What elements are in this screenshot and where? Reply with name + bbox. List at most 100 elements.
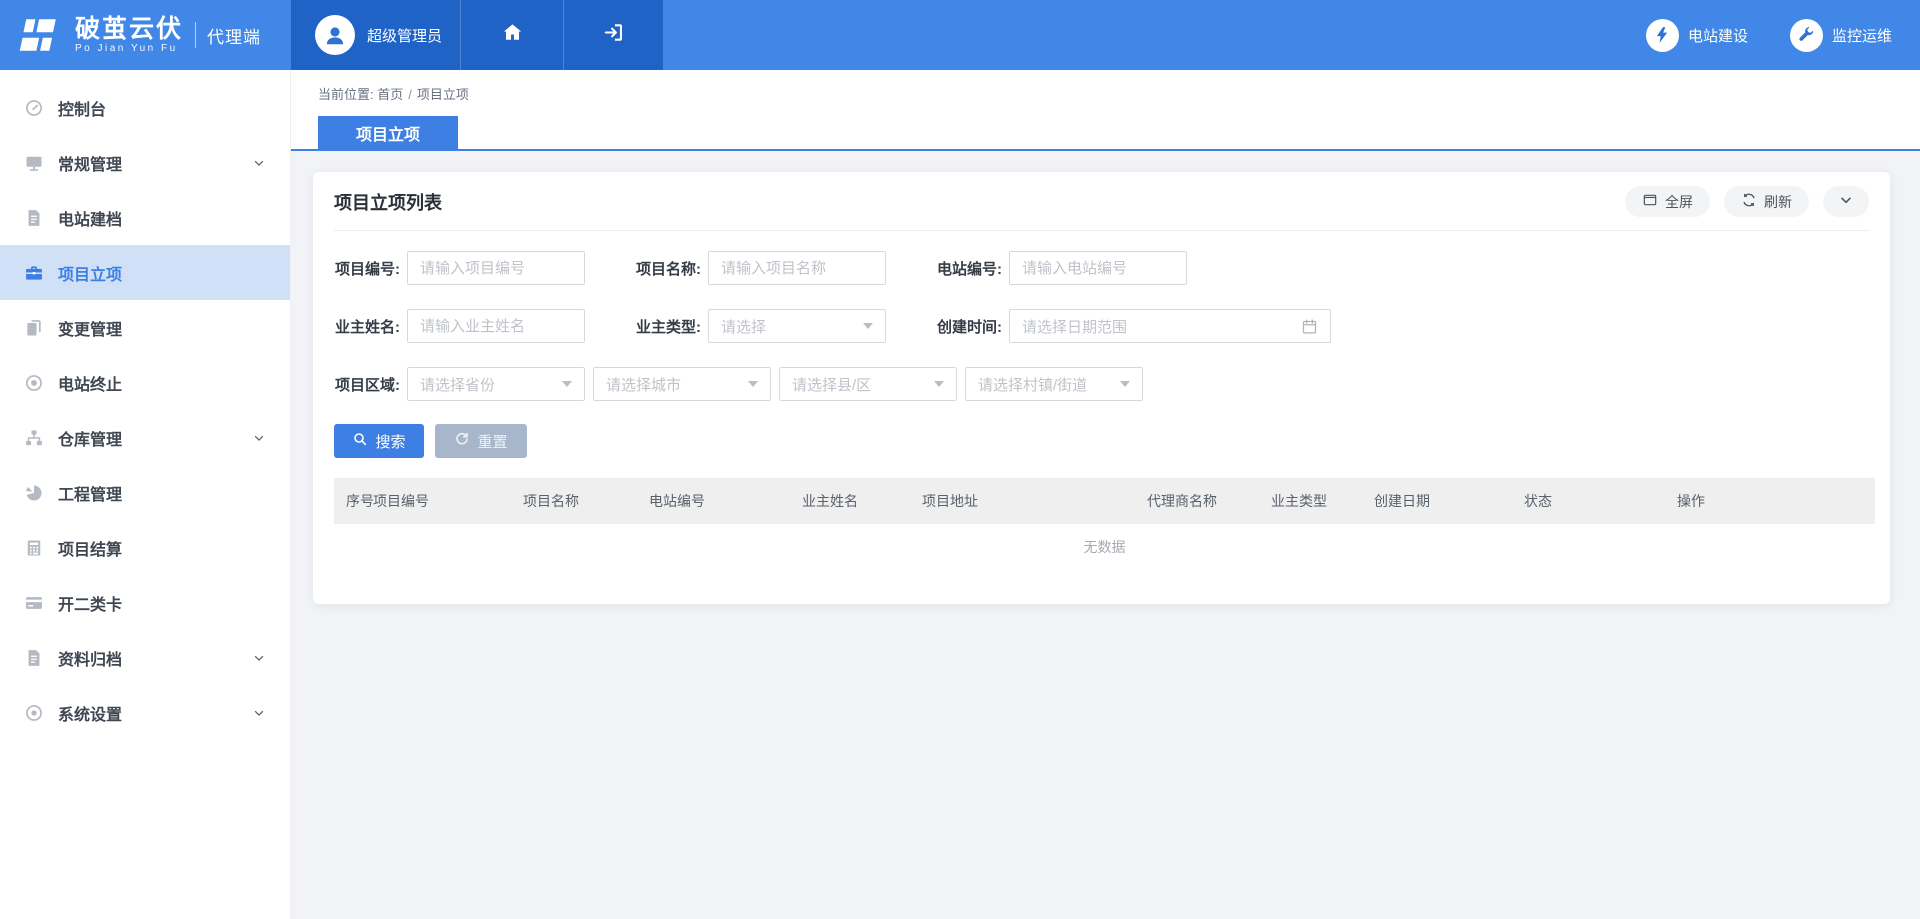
fullscreen-icon (1642, 192, 1658, 211)
header-shortcuts: 电站建设 监控运维 (1646, 0, 1920, 70)
sidebar-item-label: 电站建档 (58, 206, 266, 230)
sidebar-item-general-management[interactable]: 常规管理 (0, 135, 290, 190)
refresh-button[interactable]: 刷新 (1724, 186, 1809, 217)
sidebar-item-label: 仓库管理 (58, 426, 252, 450)
sidebar-item-label: 项目结算 (58, 536, 266, 560)
document-icon (24, 208, 44, 228)
search-button[interactable]: 搜索 (334, 424, 424, 458)
home-button[interactable] (460, 0, 563, 70)
chevron-down-icon (252, 431, 266, 445)
user-menu[interactable]: 超级管理员 (291, 0, 460, 70)
app-root: 破茧云伏 Po Jian Yun Fu 代理端 超级管理员 (0, 0, 1920, 919)
sidebar-item-system-settings[interactable]: 系统设置 (0, 685, 290, 740)
filter-field-region-county: 请选择县/区 (779, 367, 957, 401)
reset-button[interactable]: 重置 (435, 424, 527, 458)
header-shortcut-station-construction[interactable]: 电站建设 (1646, 19, 1748, 52)
filter-field-create-time: 创建时间: 请选择日期范围 (936, 309, 1331, 343)
reset-icon (454, 431, 470, 451)
project-name-input[interactable] (708, 251, 886, 285)
copy-icon (24, 318, 44, 338)
sidebar-item-change-management[interactable]: 变更管理 (0, 300, 290, 355)
header-shortcut-label: 监控运维 (1832, 25, 1892, 46)
region-county-select[interactable]: 请选择县/区 (779, 367, 957, 401)
breadcrumb-item-0[interactable]: 首页 (377, 87, 403, 102)
sidebar-item-data-archive[interactable]: 资料归档 (0, 630, 290, 685)
filter-actions: 搜索 重置 (334, 424, 1869, 458)
breadcrumb-separator: / (408, 87, 412, 102)
table-column-7: 业主类型 (1271, 478, 1374, 524)
project-table: 序号项目编号项目名称电站编号业主姓名项目地址代理商名称业主类型创建日期状态操作 … (334, 478, 1875, 570)
brand-subtitle: Po Jian Yun Fu (75, 43, 183, 54)
brand-divider (195, 22, 196, 48)
filter-label-station-no: 电站编号: (936, 258, 1009, 279)
filter-label-region-province: 项目区域: (334, 374, 407, 395)
home-icon (501, 21, 524, 49)
fullscreen-button[interactable]: 全屏 (1625, 186, 1710, 217)
region-city-select[interactable]: 请选择城市 (593, 367, 771, 401)
logout-button[interactable] (563, 0, 663, 70)
filter-row-1: 业主姓名:业主类型:请选择创建时间:请选择日期范围 (334, 309, 1869, 343)
header-spacer (663, 0, 1646, 70)
header-shortcut-label: 电站建设 (1688, 25, 1748, 46)
chevron-down-icon (252, 156, 266, 170)
search-label: 搜索 (375, 431, 405, 452)
panel-title: 项目立项列表 (334, 189, 442, 215)
reset-label: 重置 (477, 431, 507, 452)
chevron-down-caret-icon (562, 381, 572, 387)
header-shortcut-monitoring-operations[interactable]: 监控运维 (1790, 19, 1892, 52)
region-county-placeholder: 请选择县/区 (792, 374, 926, 395)
fullscreen-label: 全屏 (1665, 192, 1693, 212)
table-header-row: 序号项目编号项目名称电站编号业主姓名项目地址代理商名称业主类型创建日期状态操作 (334, 478, 1875, 524)
tab-project-initiation[interactable]: 项目立项 (318, 116, 458, 149)
sidebar-item-open-type2-card[interactable]: 开二类卡 (0, 575, 290, 630)
region-province-placeholder: 请选择省份 (420, 374, 554, 395)
sidebar-item-station-termination[interactable]: 电站终止 (0, 355, 290, 410)
filter-label-create-time: 创建时间: (936, 316, 1009, 337)
sidebar-item-station-filing[interactable]: 电站建档 (0, 190, 290, 245)
station-no-input[interactable] (1009, 251, 1187, 285)
region-town-placeholder: 请选择村镇/街道 (978, 374, 1112, 395)
owner-type-select[interactable]: 请选择 (708, 309, 886, 343)
project-no-input[interactable] (407, 251, 585, 285)
filter-field-project-name: 项目名称: (635, 251, 886, 285)
sidebar-item-label: 系统设置 (58, 701, 252, 725)
breadcrumb: 当前位置: 首页/项目立项 (291, 84, 1920, 103)
filter-row-0: 项目编号: 项目名称: 电站编号: (334, 251, 1869, 285)
create-time-date-range[interactable]: 请选择日期范围 (1009, 309, 1331, 343)
wrench-icon (1790, 19, 1823, 52)
create-time-placeholder: 请选择日期范围 (1022, 316, 1293, 337)
panel-toolbar: 全屏 刷新 (1625, 186, 1869, 217)
sidebar-item-label: 项目立项 (58, 261, 266, 285)
collapse-panel-button[interactable] (1823, 186, 1869, 217)
calculator-icon (24, 538, 44, 558)
table-column-5: 项目地址 (922, 478, 1147, 524)
sidebar-item-engineering-management[interactable]: 工程管理 (0, 465, 290, 520)
chevron-down-caret-icon (1120, 381, 1130, 387)
chevron-down-icon (252, 706, 266, 720)
filter-field-region-town: 请选择村镇/街道 (965, 367, 1143, 401)
main-layout: 控制台常规管理电站建档项目立项变更管理电站终止仓库管理工程管理项目结算开二类卡资… (0, 70, 1920, 919)
table-column-3: 电站编号 (649, 478, 802, 524)
archive-icon (24, 648, 44, 668)
sidebar-item-console[interactable]: 控制台 (0, 80, 290, 135)
sidebar-item-project-initiation[interactable]: 项目立项 (0, 245, 290, 300)
table-column-6: 代理商名称 (1147, 478, 1271, 524)
filter-label-project-no: 项目编号: (334, 258, 407, 279)
pie-chart-icon (24, 483, 44, 503)
region-town-select[interactable]: 请选择村镇/街道 (965, 367, 1143, 401)
settings-icon (24, 703, 44, 723)
region-province-select[interactable]: 请选择省份 (407, 367, 585, 401)
bank-card-icon (24, 593, 44, 613)
sidebar-item-label: 电站终止 (58, 371, 266, 395)
brand-portal-label: 代理端 (207, 23, 261, 48)
sidebar-item-label: 工程管理 (58, 481, 266, 505)
table-column-10: 操作 (1677, 478, 1875, 524)
chevron-down-caret-icon (934, 381, 944, 387)
content: 当前位置: 首页/项目立项 项目立项 项目立项列表 (291, 70, 1920, 919)
brand[interactable]: 破茧云伏 Po Jian Yun Fu 代理端 (0, 0, 291, 70)
sidebar-item-project-settlement[interactable]: 项目结算 (0, 520, 290, 575)
owner-name-input[interactable] (407, 309, 585, 343)
breadcrumb-item-1: 项目立项 (417, 87, 469, 102)
sidebar-item-warehouse-management[interactable]: 仓库管理 (0, 410, 290, 465)
chevron-down-icon (1838, 192, 1854, 211)
